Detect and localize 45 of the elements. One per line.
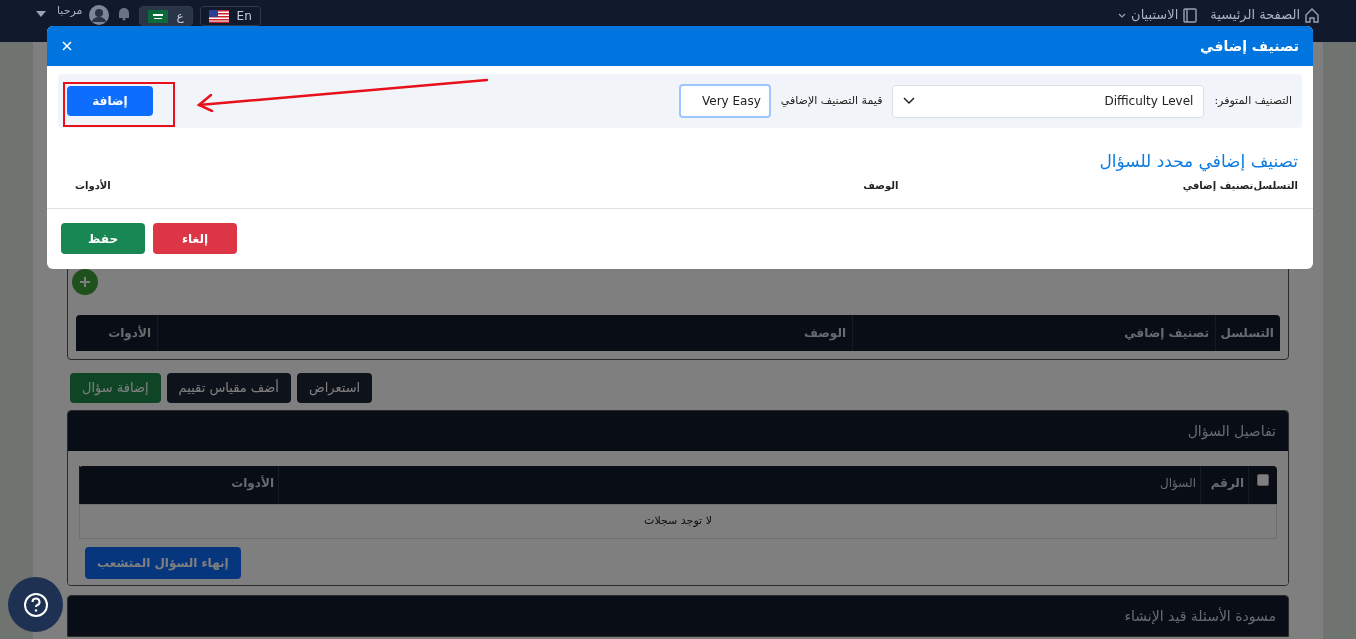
chevron-down-icon [903, 97, 916, 105]
column-header: الأدوات [108, 324, 151, 342]
nav-link[interactable]: الاستبيان [1117, 5, 1199, 25]
book-icon [1182, 6, 1199, 23]
plus-icon [79, 276, 91, 288]
column-header: تصنيف إضافي [1181, 179, 1254, 193]
action-button[interactable]: إضافة سؤال [70, 373, 161, 403]
flag-icon [148, 9, 169, 23]
category-select[interactable]: Difficulty Level [892, 84, 1205, 118]
close-button[interactable] [61, 40, 73, 52]
finish-branching-button[interactable]: إنهاء السؤال المتشعب [85, 547, 241, 579]
flag-icon [208, 9, 229, 23]
column-header: الرقم [1210, 475, 1244, 492]
language-button[interactable]: ع [139, 6, 193, 26]
add-button[interactable]: إضافة [67, 86, 153, 116]
column-header: السؤال [1160, 475, 1196, 492]
help-icon [22, 591, 49, 618]
caret-down-icon [36, 11, 46, 17]
value-input[interactable]: Very Easy [678, 84, 771, 118]
nav-link[interactable]: الصفحة الرئيسية [1210, 5, 1320, 25]
column-header: الأدوات [231, 474, 274, 492]
footer-button[interactable]: إلغاء [153, 223, 237, 254]
panel-title: تفاصيل السؤال [1187, 421, 1276, 442]
column-header: الأدوات [74, 178, 111, 193]
close-icon [62, 41, 72, 51]
field-label: قيمة التصنيف الإضافي [780, 92, 883, 109]
greeting-text: مرحبا [57, 5, 83, 17]
footer-button[interactable]: حفظ [61, 223, 145, 254]
section-title: تصنيف إضافي محدد للسؤال [1098, 150, 1299, 174]
column-header: الوصف [862, 179, 899, 193]
action-button[interactable]: استعراض [296, 373, 373, 403]
field-label: التصنيف المتوفر: [1214, 92, 1292, 109]
column-header: التسلسل [1220, 325, 1274, 342]
column-header: الوصف [803, 325, 846, 342]
empty-message: لا توجد سجلات [644, 513, 712, 530]
action-button[interactable]: أضف مقياس تقييم [166, 373, 291, 403]
language-button[interactable]: En [199, 6, 261, 26]
add-criteria-button[interactable] [72, 269, 98, 295]
column-header: التسلسل [1253, 179, 1298, 193]
home-icon [1304, 6, 1320, 23]
select-all-checkbox[interactable] [1257, 474, 1269, 486]
column-header: تصنيف إضافي [1124, 325, 1209, 342]
panel-title: مسودة الأسئلة قيد الإنشاء [1124, 606, 1276, 627]
modal-title: تصنيف إضافي [1200, 36, 1299, 56]
avatar-icon [89, 5, 110, 25]
